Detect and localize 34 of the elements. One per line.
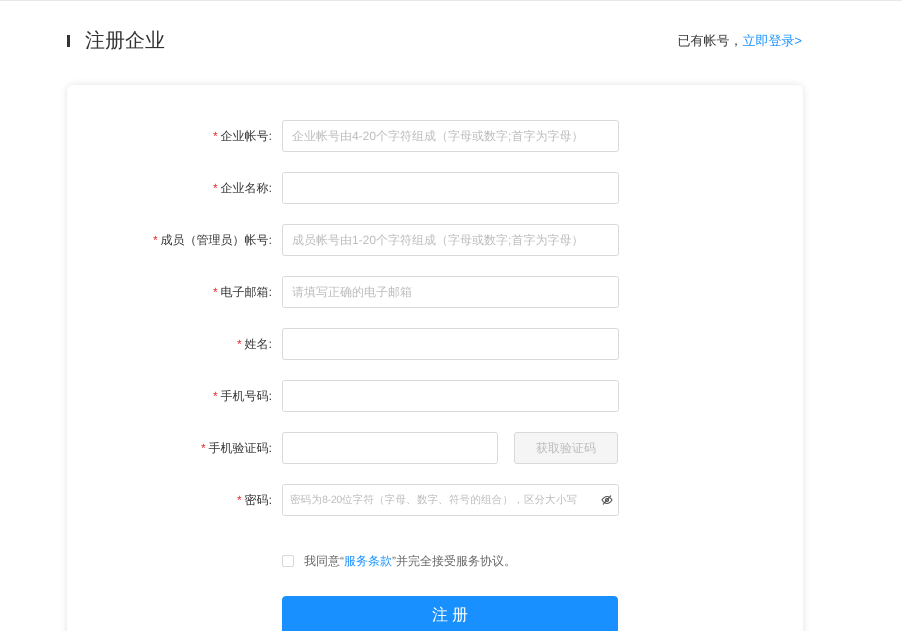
login-prompt: 已有帐号，: [677, 32, 742, 50]
page-title: 注册企业: [85, 29, 165, 54]
required-mark: *: [212, 128, 218, 145]
field-label: 姓名:: [244, 336, 272, 353]
eye-slash-icon[interactable]: [601, 494, 613, 506]
required-mark: *: [200, 440, 206, 457]
agreement-text: 我同意“服务条款”并完全接受服务协议。: [304, 553, 516, 570]
field-label: 企业名称:: [220, 180, 272, 197]
title-accent-bar: [67, 35, 70, 47]
text-input-field[interactable]: [282, 328, 619, 360]
text-input-field[interactable]: 成员帐号由1-20个字符组成（字母或数字;首字为字母）: [282, 224, 619, 256]
required-mark: *: [236, 492, 242, 509]
password-input-field[interactable]: 密码为8-20位字符（字母、数字、符号的组合），区分大小写: [282, 484, 619, 516]
field-label: 密码:: [244, 492, 272, 509]
field-label: 手机验证码:: [208, 440, 272, 457]
text-input-field[interactable]: [282, 380, 619, 412]
field-label: 手机号码:: [220, 388, 272, 405]
required-mark: *: [212, 284, 218, 301]
get-code-button[interactable]: 获取验证码: [514, 432, 618, 464]
field-label: 成员（管理员）帐号:: [160, 232, 272, 249]
required-mark: *: [152, 232, 158, 249]
agree-checkbox[interactable]: [282, 555, 294, 567]
required-mark: *: [212, 388, 218, 405]
text-input-field[interactable]: [282, 172, 619, 204]
field-label: 电子邮箱:: [220, 284, 272, 301]
required-mark: *: [236, 336, 242, 353]
required-mark: *: [212, 180, 218, 197]
text-input-field[interactable]: 请填写正确的电子邮箱: [282, 276, 619, 308]
field-label: 企业帐号:: [220, 128, 272, 145]
login-link[interactable]: 立即登录>: [742, 31, 802, 51]
register-button[interactable]: 注 册: [282, 596, 618, 631]
text-input-field[interactable]: [282, 432, 498, 464]
text-input-field[interactable]: 企业帐号由4-20个字符组成（字母或数字;首字为字母）: [282, 120, 619, 152]
terms-link[interactable]: 服务条款: [344, 554, 392, 568]
